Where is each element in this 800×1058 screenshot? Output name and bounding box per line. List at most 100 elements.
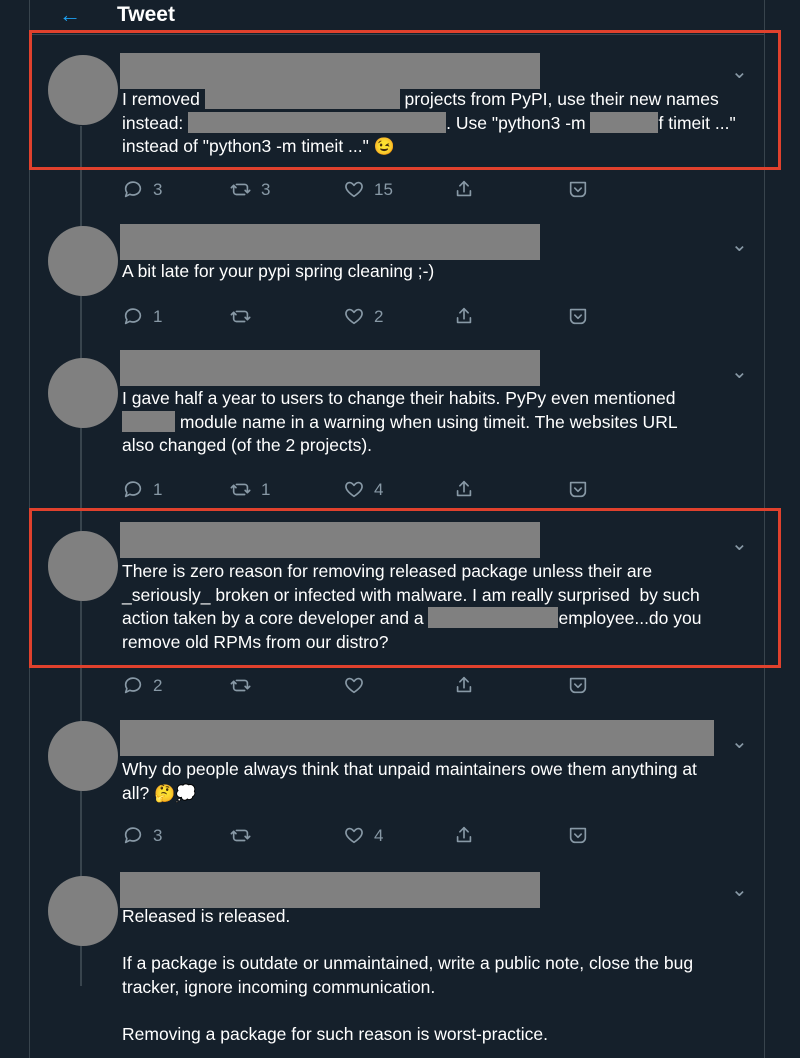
avatar[interactable] <box>48 721 118 791</box>
like-button[interactable]: 4 <box>343 824 383 848</box>
share-button[interactable] <box>453 674 475 698</box>
reply-button[interactable]: 3 <box>122 824 162 848</box>
redacted-text <box>122 410 175 432</box>
like-button[interactable] <box>343 674 365 698</box>
text-segment: If a package is outdate or unmaintained,… <box>122 953 694 973</box>
more-button[interactable] <box>567 178 589 202</box>
retweet-icon <box>230 307 252 326</box>
share-icon <box>453 307 475 326</box>
reply-count: 1 <box>153 307 163 326</box>
like-button[interactable]: 2 <box>343 305 383 329</box>
tweet-text-line: also changed (of the 2 projects). <box>122 434 752 458</box>
heart-icon <box>343 826 365 845</box>
more-button[interactable] <box>567 478 589 502</box>
chevron-down-icon[interactable]: ⌄ <box>731 235 748 255</box>
reply-button[interactable]: 2 <box>122 674 162 698</box>
share-button[interactable] <box>453 478 475 502</box>
tweet-text-line: module name in a warning when using time… <box>122 410 752 435</box>
tweet-text-line: Removing a package for such reason is wo… <box>122 1023 752 1047</box>
more-button[interactable] <box>567 674 589 698</box>
highlight-box <box>29 30 781 170</box>
tweet-text-line: I gave half a year to users to change th… <box>122 387 752 411</box>
retweet-count: 1 <box>261 480 271 499</box>
redacted-author-name[interactable] <box>120 224 540 260</box>
highlight-box <box>29 508 781 668</box>
text-segment: I gave half a year to users to change th… <box>122 388 676 408</box>
chevron-down-icon <box>567 180 589 199</box>
text-segment: all? <box>122 782 155 803</box>
tweet-text-line <box>122 999 752 1023</box>
retweet-button[interactable] <box>230 305 252 329</box>
heart-icon <box>343 480 365 499</box>
share-icon <box>453 180 475 199</box>
chevron-down-icon[interactable]: ⌄ <box>731 362 748 382</box>
text-segment: A bit late for your pypi spring cleaning… <box>122 261 435 281</box>
retweet-button[interactable]: 3 <box>230 178 270 202</box>
tweet-actions: 1 1 4 <box>122 478 622 502</box>
reply-button[interactable]: 1 <box>122 478 162 502</box>
chevron-down-icon[interactable]: ⌄ <box>731 732 748 752</box>
tweet-actions: 2 <box>122 674 622 698</box>
avatar[interactable] <box>48 226 118 296</box>
avatar[interactable] <box>48 358 118 428</box>
retweet-icon <box>230 676 252 695</box>
heart-icon <box>343 676 365 695</box>
retweet-count: 3 <box>261 180 271 199</box>
tweet-text: Released is released. If a package is out… <box>122 905 752 1046</box>
reply-icon <box>122 307 144 326</box>
tweet-text: A bit late for your pypi spring cleaning… <box>122 260 752 284</box>
like-button[interactable]: 4 <box>343 478 383 502</box>
redacted-author-name[interactable] <box>120 720 714 756</box>
arrow-left-icon: ← <box>59 2 81 27</box>
reply-icon <box>122 676 144 695</box>
redacted-author-name[interactable] <box>120 350 540 386</box>
like-count: 2 <box>374 307 384 326</box>
retweet-button[interactable]: 1 <box>230 478 270 502</box>
retweet-icon <box>230 826 252 845</box>
like-count: 4 <box>374 480 384 499</box>
like-count: 15 <box>374 180 393 199</box>
like-count: 4 <box>374 826 384 845</box>
retweet-button[interactable] <box>230 674 252 698</box>
tweet-actions: 34 <box>122 824 622 848</box>
tweet-text-line: Why do people always think that unpaid m… <box>122 758 752 782</box>
heart-icon <box>343 180 365 199</box>
reply-button[interactable]: 3 <box>122 178 162 202</box>
text-segment: Why do people always think that unpaid m… <box>122 759 697 779</box>
tweet-actions: 3 3 15 <box>122 178 622 202</box>
text-segment: module name in a warning when using time… <box>175 411 678 432</box>
reply-icon <box>122 480 144 499</box>
reply-count: 3 <box>153 180 163 199</box>
chevron-down-icon <box>567 826 589 845</box>
back-button[interactable]: ← <box>56 2 84 30</box>
tweet-text-line <box>122 929 752 953</box>
reply-count: 3 <box>153 826 163 845</box>
more-button[interactable] <box>567 824 589 848</box>
share-button[interactable] <box>453 305 475 329</box>
like-button[interactable]: 15 <box>343 178 393 202</box>
reply-count: 1 <box>153 480 163 499</box>
chevron-down-icon <box>567 676 589 695</box>
chevron-down-icon <box>567 307 589 326</box>
reply-icon <box>122 180 144 199</box>
share-icon <box>453 480 475 499</box>
share-button[interactable] <box>453 824 475 848</box>
tweet-text-line: tracker, ignore incoming communication. <box>122 976 752 1000</box>
share-button[interactable] <box>453 178 475 202</box>
redacted-author-name[interactable] <box>120 872 540 908</box>
reply-button[interactable]: 1 <box>122 305 162 329</box>
text-segment: also changed (of the 2 projects). <box>122 435 373 455</box>
chevron-down-icon[interactable]: ⌄ <box>731 880 748 900</box>
text-segment: Released is released. <box>122 906 291 926</box>
avatar[interactable] <box>48 876 118 946</box>
retweet-icon <box>230 180 252 199</box>
tweet-text-line: A bit late for your pypi spring cleaning… <box>122 260 752 284</box>
emoji: 🤔💭 <box>154 783 197 803</box>
page-title: Tweet <box>117 3 175 26</box>
tweet-text: Why do people always think that unpaid m… <box>122 758 752 805</box>
share-icon <box>453 826 475 845</box>
share-icon <box>453 676 475 695</box>
more-button[interactable] <box>567 305 589 329</box>
text-segment: tracker, ignore incoming communication. <box>122 976 436 997</box>
retweet-button[interactable] <box>230 824 252 848</box>
